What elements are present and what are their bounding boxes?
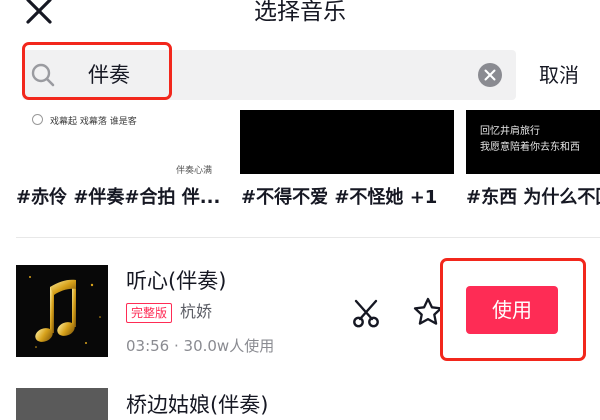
lyric-text: 戏幕起 戏幕落 谁是客 [50, 117, 137, 127]
video-thumbnail[interactable]: 回忆井肩旅行 我愿意陪着你去东和西 [466, 110, 600, 174]
cancel-button[interactable]: 取消 [539, 60, 579, 90]
lyric-text: 回忆井肩旅行 [480, 126, 540, 137]
lyric-text: 我愿意陪着你去东和西 [480, 142, 580, 153]
full-version-badge: 完整版 [126, 303, 173, 323]
cut-music-button[interactable] [350, 297, 382, 329]
song-meta: 03:56 · 30.0w人使用 [126, 337, 275, 355]
hashtag-label[interactable]: #东西 为什么不回 [466, 186, 600, 210]
video-thumbnail-strip: 戏幕起 戏幕落 谁是客 伴奏心满 回忆井肩旅行 我愿意陪着你去东和西 [0, 110, 600, 176]
video-thumbnail[interactable]: 戏幕起 戏幕落 谁是客 伴奏心满 [16, 110, 230, 174]
use-button-highlight-box [440, 258, 586, 361]
album-cover[interactable] [16, 265, 108, 357]
album-cover[interactable] [16, 388, 108, 420]
search-highlight-box [22, 42, 172, 100]
clear-search-button[interactable] [478, 63, 502, 87]
divider [16, 237, 600, 238]
clear-icon [484, 69, 496, 81]
thumbnail-caption: 伴奏心满 [176, 166, 213, 174]
music-note-icon [29, 276, 101, 348]
song-title[interactable]: 桥边姑娘(伴奏) [126, 390, 268, 420]
hashtag-label[interactable]: #赤伶 #伴奏#合拍 伴... [16, 186, 220, 210]
video-thumbnail[interactable] [240, 110, 454, 174]
song-title[interactable]: 听心(伴奏) [126, 266, 226, 296]
song-artist: 杭娇 [180, 302, 213, 321]
page-title: 选择音乐 [254, 0, 346, 25]
hashtag-label[interactable]: #不得不爱 #不怪她 +1 [241, 186, 437, 210]
radio-circle [32, 114, 43, 125]
scissors-icon [353, 299, 379, 328]
